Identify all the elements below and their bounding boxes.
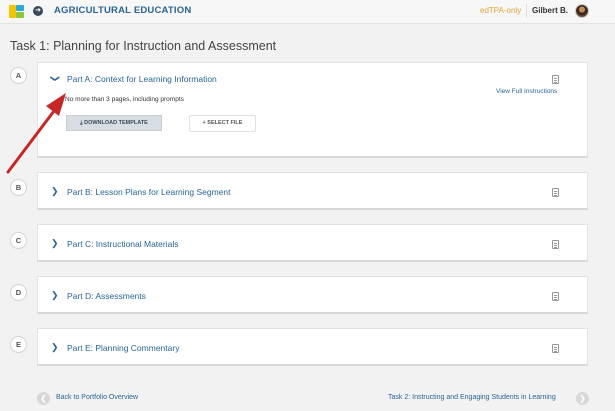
next-task-link[interactable]: Task 2: Instructing and Engaging Student…: [388, 394, 556, 401]
document-icon[interactable]: [552, 75, 559, 84]
edtpa-logo-icon[interactable]: [9, 5, 24, 18]
document-icon[interactable]: [552, 292, 559, 301]
back-to-portfolio-link[interactable]: Back to Portfolio Overview: [56, 394, 138, 401]
part-c-card[interactable]: ❯ Part C: Instructional Materials: [37, 224, 588, 262]
document-icon[interactable]: [552, 188, 559, 197]
mode-label: edTPA-only: [480, 6, 522, 15]
part-d-card[interactable]: ❯ Part D: Assessments: [37, 276, 588, 314]
part-c-letter-badge: C: [10, 232, 27, 249]
part-e-title[interactable]: Part E: Planning Commentary: [67, 343, 179, 353]
document-icon[interactable]: [552, 240, 559, 249]
back-arrow-icon[interactable]: ❮: [37, 392, 50, 405]
chevron-right-icon[interactable]: ❯: [51, 342, 59, 353]
part-b-letter-badge: B: [10, 179, 27, 196]
view-full-instructions-link[interactable]: View Full Instructions: [496, 88, 557, 95]
document-icon[interactable]: [552, 344, 559, 353]
chevron-down-icon[interactable]: ❯: [49, 75, 60, 83]
chevron-right-icon[interactable]: ❯: [51, 238, 59, 249]
part-a-title[interactable]: Part A: Context for Learning Information: [67, 74, 217, 84]
user-name[interactable]: Gilbert B.: [532, 6, 568, 15]
download-template-button[interactable]: ⤓ DOWNLOAD TEMPLATE: [66, 115, 162, 131]
part-a-card: ❯ Part A: Context for Learning Informati…: [37, 62, 588, 158]
part-b-card[interactable]: ❯ Part B: Lesson Plans for Learning Segm…: [37, 172, 588, 210]
part-d-letter-badge: D: [10, 284, 27, 301]
part-e-letter-badge: E: [10, 336, 27, 353]
page-title: Task 1: Planning for Instruction and Ass…: [10, 39, 277, 53]
part-c-title[interactable]: Part C: Instructional Materials: [67, 239, 178, 249]
part-b-title[interactable]: Part B: Lesson Plans for Learning Segmen…: [67, 187, 230, 197]
avatar[interactable]: [575, 4, 589, 18]
chevron-right-icon[interactable]: ❯: [51, 290, 59, 301]
part-e-card[interactable]: ❯ Part E: Planning Commentary: [37, 328, 588, 366]
program-switch-icon[interactable]: ➜: [33, 6, 43, 16]
chevron-right-icon[interactable]: ❯: [51, 186, 59, 197]
next-arrow-icon[interactable]: ❯: [576, 392, 589, 405]
part-d-title[interactable]: Part D: Assessments: [67, 291, 146, 301]
header-divider: [526, 4, 527, 18]
page-limit-text: No more than 3 pages, including prompts: [65, 96, 184, 103]
program-title[interactable]: AGRICULTURAL EDUCATION: [54, 5, 191, 16]
part-a-letter-badge: A: [10, 67, 27, 84]
top-bar: ➜ AGRICULTURAL EDUCATION edTPA-only Gilb…: [0, 0, 615, 24]
select-file-button[interactable]: + SELECT FILE: [189, 115, 256, 132]
